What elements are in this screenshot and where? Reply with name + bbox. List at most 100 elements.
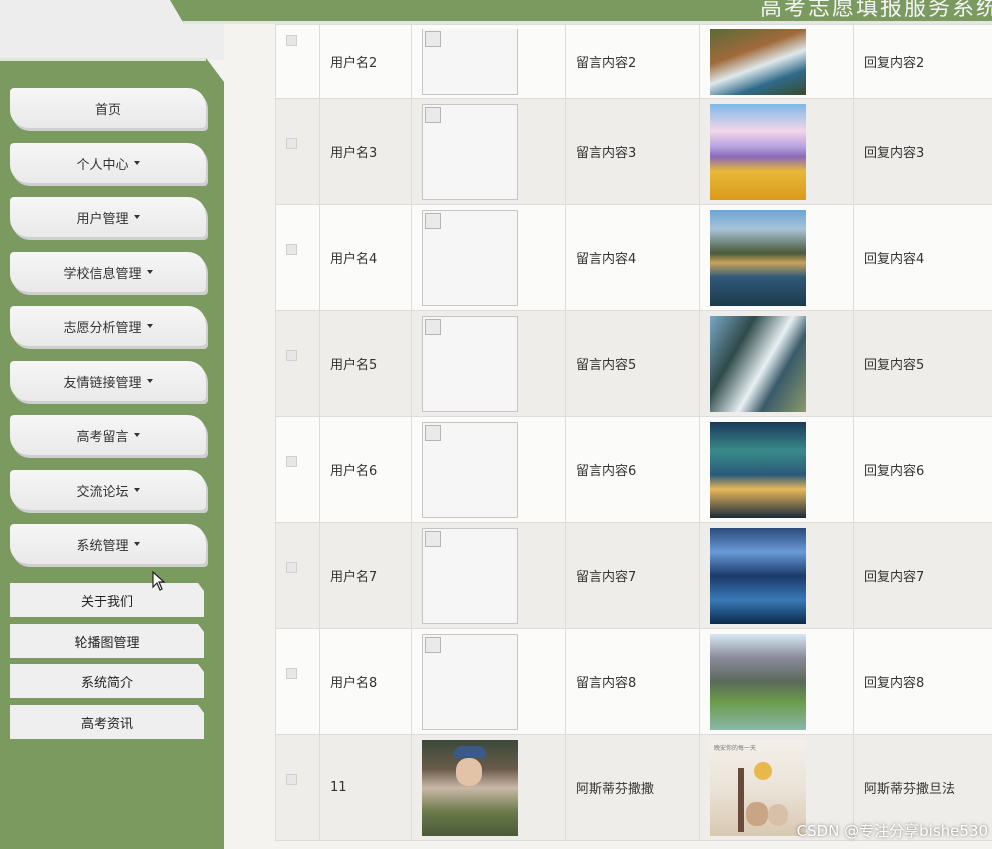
- table-row: 用户名8 留言内容8 回复内容8: [275, 628, 992, 735]
- reply-content-cell: 回复内容5: [853, 310, 992, 417]
- avatar-cell: [411, 522, 566, 629]
- table-row: 用户名3 留言内容3 回复内容3: [275, 98, 992, 205]
- row-checkbox-cell: [275, 24, 320, 99]
- submenu-about-us[interactable]: 关于我们: [10, 583, 204, 617]
- reply-content-cell: 回复内容3: [853, 98, 992, 205]
- avatar-cell: [411, 310, 566, 417]
- waterfall-bridge-image: [710, 28, 806, 95]
- message-content-cell: 留言内容3: [565, 98, 700, 205]
- mountain-lake-image: [710, 209, 806, 306]
- row-checkbox-cell: [275, 522, 320, 629]
- username-cell: 用户名4: [319, 204, 412, 311]
- reply-content-cell: 回复内容2: [853, 24, 992, 99]
- lamp-shape: [754, 761, 772, 780]
- message-content-cell: 留言内容5: [565, 310, 700, 417]
- row-checkbox[interactable]: [286, 137, 297, 149]
- sidebar-item-label: 志愿分析管理: [63, 320, 142, 336]
- reply-content-cell: 回复内容8: [853, 628, 992, 735]
- sidebar-item-school-info[interactable]: 学校信息管理: [10, 252, 206, 292]
- username-cell: 用户名6: [319, 416, 412, 523]
- aurora-cabin-image: [710, 421, 806, 518]
- avatar-cell: [411, 98, 566, 205]
- broken-image-icon: [422, 421, 518, 518]
- sidebar-item-label: 友情链接管理: [63, 375, 142, 391]
- broken-image-icon: [422, 103, 518, 200]
- river-gorge-image: [710, 633, 806, 730]
- sidebar-item-system-management[interactable]: 系统管理: [10, 524, 206, 564]
- sidebar-item-home[interactable]: 首页: [10, 88, 206, 128]
- username-cell: 用户名8: [319, 628, 412, 735]
- woman-portrait-image: [422, 739, 518, 836]
- caret-down-icon: [133, 542, 140, 546]
- sidebar-item-label: 用户管理: [76, 211, 129, 227]
- sidebar-item-label: 学校信息管理: [63, 266, 142, 282]
- picture-cell: [699, 98, 854, 205]
- avatar-cell: [411, 628, 566, 735]
- table-row: 用户名7 留言内容7 回复内容7: [275, 522, 992, 629]
- broken-image-icon: [422, 28, 518, 95]
- submenu-exam-news[interactable]: 高考资讯: [10, 705, 204, 739]
- row-checkbox[interactable]: [286, 667, 297, 679]
- sidebar-item-exam-messages[interactable]: 高考留言: [10, 415, 206, 455]
- sidebar-item-preference-analysis[interactable]: 志愿分析管理: [10, 306, 206, 346]
- picture-cell: [699, 24, 854, 99]
- caret-down-icon: [146, 379, 153, 383]
- flower-field-image: [710, 103, 806, 200]
- table-row: 用户名5 留言内容5 回复内容5: [275, 310, 992, 417]
- message-content-cell: 阿斯蒂芬撒撒: [565, 734, 700, 841]
- submenu-system-intro[interactable]: 系统简介: [10, 664, 204, 698]
- sidebar-item-forum[interactable]: 交流论坛: [10, 470, 206, 510]
- row-checkbox-cell: [275, 416, 320, 523]
- rocky-lake-image: [710, 527, 806, 624]
- sidebar-item-user-management[interactable]: 用户管理: [10, 197, 206, 237]
- row-checkbox[interactable]: [286, 35, 297, 46]
- broken-image-icon: [422, 633, 518, 730]
- caret-down-icon: [133, 215, 140, 219]
- message-content-cell: 留言内容4: [565, 204, 700, 311]
- caret-down-icon: [146, 324, 153, 328]
- lamp-bears-image: 晚安你的每一天: [710, 739, 806, 836]
- message-table: 用户名2 留言内容2 回复内容2 用户名3 留言内容3 回复内容3 用户名4 留…: [275, 24, 992, 841]
- beret-shape: [454, 745, 486, 758]
- username-cell: 用户名7: [319, 522, 412, 629]
- caret-down-icon: [146, 270, 153, 274]
- row-checkbox-cell: [275, 310, 320, 417]
- table-row: 用户名6 留言内容6 回复内容6: [275, 416, 992, 523]
- sidebar-item-label: 系统管理: [76, 538, 129, 554]
- picture-cell: [699, 522, 854, 629]
- avatar-cell: [411, 204, 566, 311]
- row-checkbox[interactable]: [286, 773, 297, 785]
- submenu-label: 系统简介: [80, 675, 133, 691]
- message-content-cell: 留言内容2: [565, 24, 700, 99]
- sidebar-item-personal-center[interactable]: 个人中心: [10, 143, 206, 183]
- submenu-label: 轮播图管理: [74, 635, 140, 651]
- sidebar-item-label: 交流论坛: [76, 484, 129, 500]
- message-content-cell: 留言内容6: [565, 416, 700, 523]
- sidebar-item-label: 首页: [94, 102, 121, 118]
- bear-figure: [746, 801, 768, 826]
- reply-content-cell: 回复内容4: [853, 204, 992, 311]
- caret-down-icon: [133, 161, 140, 165]
- submenu-label: 关于我们: [80, 594, 133, 610]
- caret-down-icon: [133, 488, 140, 492]
- row-checkbox[interactable]: [286, 349, 297, 361]
- sidebar-item-label: 高考留言: [76, 429, 129, 445]
- sidebar: 首页 个人中心 用户管理 学校信息管理 志愿分析管理 友情链接管理 高考留言 交…: [0, 58, 224, 849]
- row-checkbox[interactable]: [286, 243, 297, 255]
- face-shape: [456, 757, 482, 786]
- main-content: 用户名2 留言内容2 回复内容2 用户名3 留言内容3 回复内容3 用户名4 留…: [224, 24, 992, 849]
- bear-figure: [768, 803, 788, 826]
- row-checkbox[interactable]: [286, 455, 297, 467]
- avatar-cell: [411, 24, 566, 99]
- sidebar-item-label: 个人中心: [76, 157, 129, 173]
- avatar-cell: [411, 734, 566, 841]
- broken-image-icon: [422, 315, 518, 412]
- image-caption: 晚安你的每一天: [714, 744, 757, 752]
- submenu-carousel-management[interactable]: 轮播图管理: [10, 624, 204, 658]
- top-header: 高考志愿填报服务系统: [170, 0, 992, 24]
- username-cell: 用户名3: [319, 98, 412, 205]
- message-content-cell: 留言内容7: [565, 522, 700, 629]
- row-checkbox[interactable]: [286, 561, 297, 573]
- message-content-cell: 留言内容8: [565, 628, 700, 735]
- sidebar-item-friend-links[interactable]: 友情链接管理: [10, 361, 206, 401]
